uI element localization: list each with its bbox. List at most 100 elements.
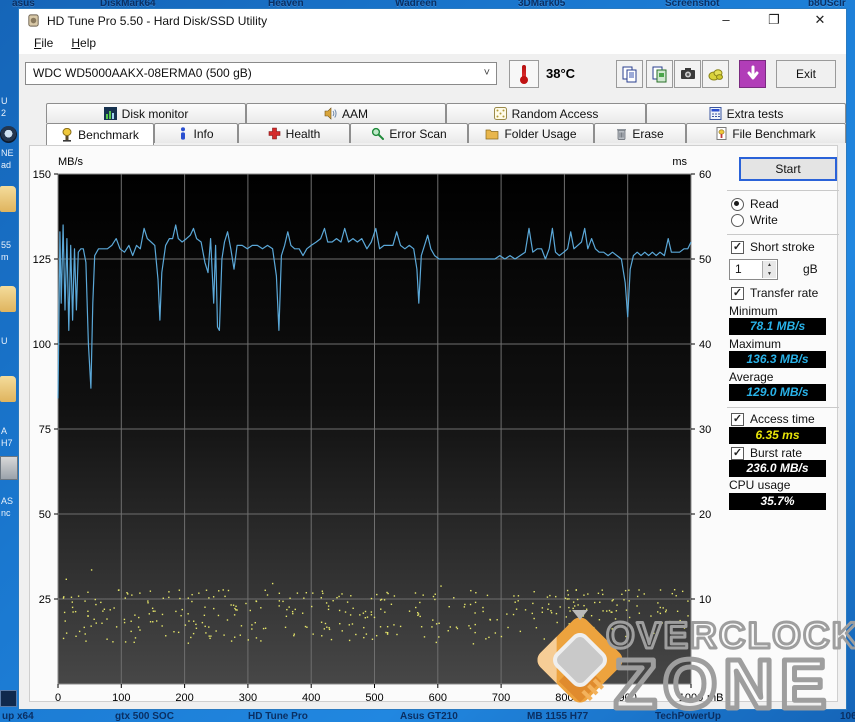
access-time-dot (204, 606, 206, 608)
tab-health[interactable]: Health (238, 123, 350, 143)
access-time-dot (363, 636, 365, 639)
spinner-down-icon[interactable]: ▼ (763, 269, 776, 278)
access-time-checkbox[interactable]: ✓ (731, 413, 744, 426)
burst-rate-checkbox[interactable]: ✓ (731, 447, 744, 460)
access-time-dot (327, 605, 330, 607)
tab-file-benchmark[interactable]: File Benchmark (686, 123, 846, 143)
access-time-dot (77, 595, 80, 597)
access-time-dot (657, 611, 659, 613)
benchmark-chart: MB/s ms2550751001251501020304050600 100 200… (33, 156, 724, 704)
tab-erase[interactable]: Erase (594, 123, 686, 143)
tab-label: Disk monitor (121, 106, 189, 121)
access-time-dot (245, 602, 247, 605)
access-time-dot (435, 641, 438, 644)
desktop-fragment: nc (1, 508, 11, 518)
access-time-dot (608, 609, 611, 612)
access-time-dot (567, 594, 569, 596)
download-button[interactable] (739, 60, 766, 88)
divider (727, 407, 839, 408)
access-time-dot (488, 636, 490, 639)
screenshot-button[interactable] (674, 60, 701, 88)
access-time-dot (191, 600, 193, 603)
title-bar: HD Tune Pro 5.50 - Hard Disk/SSD Utility… (19, 9, 846, 32)
access-time-dot (623, 599, 625, 601)
y-right-axis-label: ms (672, 156, 687, 168)
spinner-arrows[interactable]: ▲ ▼ (762, 261, 776, 278)
tab-extra-tests[interactable]: Extra tests (646, 103, 846, 123)
tab-folder-usage[interactable]: Folder Usage (468, 123, 594, 143)
access-time-dot (489, 619, 492, 621)
access-time-dot (638, 589, 640, 591)
access-time-dot (198, 592, 200, 594)
access-time-dot (611, 628, 613, 630)
menu-file[interactable]: File (25, 34, 62, 52)
write-radio[interactable] (731, 214, 744, 227)
desktop-icon-label: TechPowerUp (655, 711, 721, 722)
access-time-dot (470, 589, 472, 592)
read-radio[interactable] (731, 198, 744, 211)
access-time-dot (304, 625, 307, 628)
transfer-rate-checkbox[interactable]: ✓ (731, 287, 744, 300)
tab-benchmark[interactable]: Benchmark (46, 123, 154, 145)
access-time-dot (549, 594, 551, 597)
access-time-dot (350, 595, 352, 597)
desktop-fragment: AS (1, 496, 14, 506)
close-button[interactable]: ✕ (800, 9, 840, 32)
spinner-up-icon[interactable]: ▲ (763, 261, 776, 270)
tab-info[interactable]: Info (154, 123, 238, 143)
access-time-value: 6.35 ms (729, 427, 826, 444)
access-time-dot (106, 638, 108, 640)
access-time-dot (181, 608, 183, 611)
save-results-button[interactable] (702, 60, 729, 88)
tab-error-scan[interactable]: Error Scan (350, 123, 468, 143)
short-stroke-spinner[interactable]: 1 ▲ ▼ (729, 259, 778, 280)
benchmark-icon (62, 127, 72, 142)
copy-text-button[interactable] (616, 60, 643, 88)
short-stroke-checkbox[interactable]: ✓ (731, 241, 744, 254)
tab-aam[interactable]: AAM (246, 103, 446, 123)
toolbar: WDC WD5000AAKX-08ERMA0 (500 gB) ˅ 38°C E… (19, 54, 846, 98)
folder-icon (486, 129, 499, 139)
access-time-dot (205, 632, 207, 634)
tab-random-access[interactable]: Random Access (446, 103, 646, 123)
access-time-dot (311, 605, 313, 608)
access-time-dot (234, 636, 236, 638)
y-left-axis-label: MB/s (58, 156, 84, 168)
access-time-dot (324, 622, 327, 625)
tab-disk-monitor[interactable]: Disk monitor (46, 103, 246, 123)
write-label: Write (750, 213, 778, 227)
access-time-dot (71, 606, 74, 609)
access-time-dot (147, 600, 149, 602)
x-tick-label: 800 (555, 692, 573, 704)
y-left-tick-label: 150 (33, 169, 51, 181)
access-time-dot (65, 578, 67, 580)
access-time-dot (576, 598, 579, 601)
cpu-usage-label: CPU usage (729, 478, 791, 492)
maximize-button[interactable]: ❐ (754, 9, 794, 32)
menu-help[interactable]: Help (62, 34, 105, 52)
average-label: Average (729, 370, 774, 384)
x-tick-label: 100 (112, 692, 130, 704)
exit-button[interactable]: Exit (776, 60, 836, 88)
access-time-dot (417, 612, 419, 614)
access-time-dot (330, 638, 333, 641)
access-time-dot (599, 601, 601, 604)
access-time-dot (469, 603, 472, 606)
access-time-dot (653, 632, 655, 635)
access-time-dot (249, 609, 251, 612)
access-time-dot (161, 613, 164, 616)
access-time-dot (195, 623, 197, 626)
copy-image-button[interactable] (646, 60, 673, 88)
access-time-dot (178, 589, 181, 591)
burst-rate-value: 236.0 MB/s (729, 460, 826, 477)
temperature-button[interactable] (509, 60, 539, 88)
minimize-button[interactable]: – (706, 9, 746, 32)
access-time-dot (123, 618, 126, 621)
access-time-dot (612, 640, 615, 643)
access-time-dot (336, 596, 338, 599)
access-time-dot (559, 606, 561, 608)
start-button[interactable]: Start (739, 157, 837, 181)
drive-select-dropdown[interactable]: WDC WD5000AAKX-08ERMA0 (500 gB) ˅ (25, 62, 497, 85)
access-time-dot (247, 639, 249, 641)
access-time-dot (431, 626, 433, 628)
